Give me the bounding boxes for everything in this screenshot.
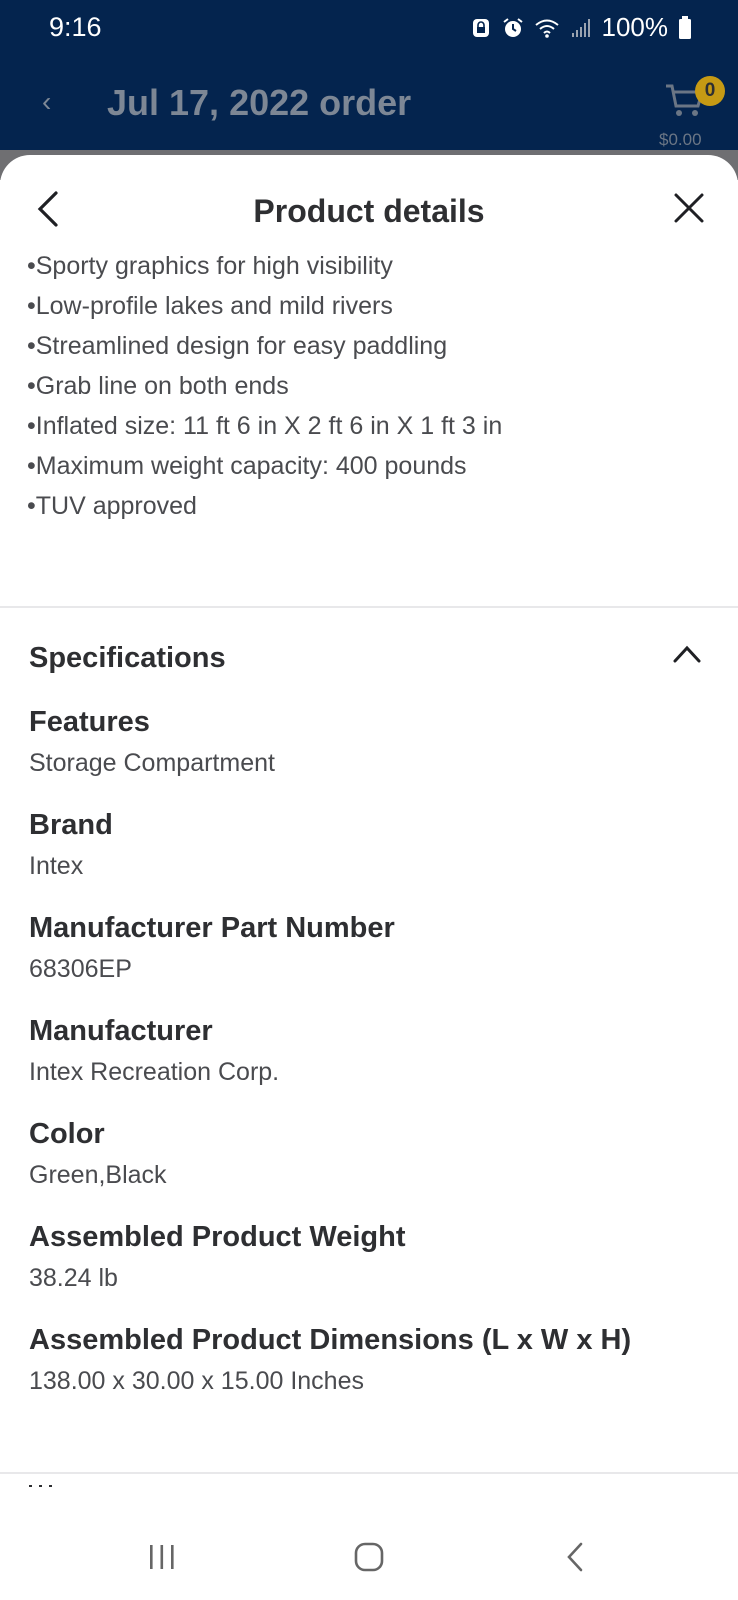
section-divider bbox=[0, 1472, 738, 1474]
feature-bullet: •Sporty graphics for high visibility bbox=[27, 252, 393, 280]
status-icons: 100% bbox=[470, 12, 693, 43]
battery-percent: 100% bbox=[601, 12, 669, 42]
system-nav-bar bbox=[0, 1515, 738, 1600]
spec-item: Brand Intex bbox=[29, 806, 631, 909]
lock-icon bbox=[472, 18, 489, 37]
wifi-icon bbox=[534, 19, 559, 38]
spec-label: Assembled Product Weight bbox=[29, 1221, 406, 1253]
chevron-up-icon[interactable] bbox=[672, 642, 702, 666]
back-icon[interactable] bbox=[564, 1541, 586, 1573]
spec-item: Features Storage Compartment bbox=[29, 703, 631, 806]
section-divider bbox=[0, 606, 738, 608]
feature-bullet: •Low-profile lakes and mild rivers bbox=[27, 292, 393, 320]
spec-item: Assembled Product Weight 38.24 lb bbox=[29, 1218, 631, 1321]
spec-label: Assembled Product Dimensions (L x W x H) bbox=[29, 1324, 632, 1356]
close-icon[interactable] bbox=[672, 191, 706, 225]
cart-count-badge: 0 bbox=[695, 76, 725, 106]
feature-bullet: •Grab line on both ends bbox=[27, 372, 289, 400]
feature-bullet: •Inflated size: 11 ft 6 in X 2 ft 6 in X… bbox=[27, 412, 503, 440]
spec-value: 38.24 lb bbox=[29, 1264, 118, 1292]
feature-bullets: •Sporty graphics for high visibility •Lo… bbox=[27, 246, 502, 526]
spec-value: Storage Compartment bbox=[29, 749, 275, 777]
spec-value: Green,Black bbox=[29, 1161, 167, 1189]
spec-label: Manufacturer bbox=[29, 1015, 213, 1047]
spec-label: Brand bbox=[29, 809, 113, 841]
battery-icon bbox=[679, 15, 691, 39]
status-bar: 9:16 100% bbox=[0, 0, 738, 56]
spec-value: Intex bbox=[29, 852, 84, 880]
app-header: ‹ Jul 17, 2022 order 0 $0.00 bbox=[0, 56, 738, 156]
spec-item: Color Green,Black bbox=[29, 1115, 631, 1218]
cart-total: $0.00 bbox=[659, 130, 702, 149]
spec-label: Manufacturer Part Number bbox=[29, 912, 395, 944]
next-section-peek bbox=[29, 1485, 52, 1487]
spec-value: Intex Recreation Corp. bbox=[29, 1058, 280, 1086]
recents-icon[interactable] bbox=[147, 1543, 177, 1571]
spec-item: Assembled Product Dimensions (L x W x H)… bbox=[29, 1321, 631, 1424]
spec-label: Color bbox=[29, 1118, 105, 1150]
spec-item: Manufacturer Part Number 68306EP bbox=[29, 909, 631, 1012]
specifications-heading[interactable]: Specifications bbox=[29, 642, 226, 675]
feature-bullet: •Maximum weight capacity: 400 pounds bbox=[27, 452, 467, 480]
back-arrow-icon[interactable]: ‹ bbox=[42, 86, 51, 118]
specifications-list: Features Storage Compartment Brand Intex… bbox=[29, 703, 631, 1424]
spec-item: Manufacturer Intex Recreation Corp. bbox=[29, 1012, 631, 1115]
signal-icon bbox=[571, 18, 590, 37]
sheet-title: Product details bbox=[253, 193, 485, 229]
order-title: Jul 17, 2022 order bbox=[107, 82, 412, 123]
status-time: 9:16 bbox=[49, 12, 102, 42]
alarm-icon bbox=[502, 17, 523, 37]
spec-value: 68306EP bbox=[29, 955, 132, 983]
spec-label: Features bbox=[29, 706, 150, 738]
product-details-sheet: Product details •Sporty graphics for hig… bbox=[0, 155, 738, 1515]
home-icon[interactable] bbox=[353, 1541, 385, 1573]
spec-value: 138.00 x 30.00 x 15.00 Inches bbox=[29, 1367, 364, 1395]
feature-bullet: •Streamlined design for easy paddling bbox=[27, 332, 448, 360]
feature-bullet: •TUV approved bbox=[27, 492, 197, 520]
